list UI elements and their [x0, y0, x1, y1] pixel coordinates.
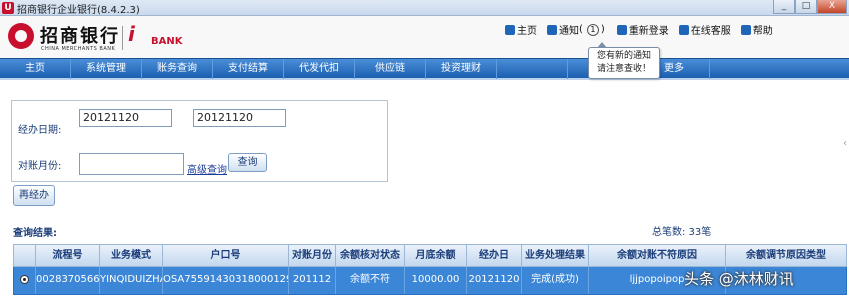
date-to-input[interactable]: 20121120 — [193, 109, 286, 127]
help-icon — [740, 24, 751, 35]
window-controls: _ □ X — [773, 0, 847, 14]
nav-item-hidden-1[interactable] — [497, 59, 568, 79]
window-title: 招商银行企业银行(8.4.2.3) — [17, 5, 140, 16]
cell-month-end-balance: 10000.00 — [405, 267, 467, 294]
window-titlebar: U 招商银行企业银行(8.4.2.3) _ □ X — [0, 0, 849, 16]
nav-account-query[interactable]: 账务查询 — [142, 59, 213, 79]
ibank-logo-i: i — [128, 22, 135, 46]
minimize-button[interactable]: _ — [773, 0, 795, 14]
query-button[interactable]: 查询 — [228, 153, 267, 172]
nav-payment-settlement[interactable]: 支付结算 — [213, 59, 284, 79]
home-link-label: 主页 — [517, 26, 537, 37]
col-flow-no[interactable]: 流程号 — [36, 245, 100, 266]
top-links: 主页 通知 ( 1 ) 重新登录 在线客服 帮助 — [505, 22, 783, 37]
help-label: 帮助 — [752, 26, 773, 37]
cell-balance-check-status: 余额不符 — [336, 267, 405, 294]
app-icon: U — [2, 2, 14, 14]
relogin-link[interactable]: 重新登录 — [616, 22, 669, 37]
side-collapse-handle[interactable]: ‹ — [843, 138, 847, 149]
col-process-date[interactable]: 经办日 — [467, 245, 522, 266]
close-button[interactable]: X — [817, 0, 847, 14]
logo-divider — [122, 26, 123, 50]
results-title: 查询结果: — [13, 228, 57, 239]
maximize-button[interactable]: □ — [795, 0, 817, 14]
cell-month: 201112 — [289, 267, 336, 294]
date-label: 经办日期: — [18, 125, 62, 136]
notice-link[interactable]: 通知 ( 1 ) — [547, 22, 607, 37]
notice-icon — [547, 24, 557, 35]
col-select — [14, 245, 36, 266]
notice-tooltip: 您有新的通知 请注意查收！ — [588, 42, 660, 79]
chat-icon — [678, 24, 689, 35]
table-header-row: 流程号 业务模式 户口号 对账月份 余额核对状态 月底余额 经办日 业务处理结果… — [13, 244, 847, 267]
power-icon — [616, 24, 627, 35]
results-total: 总笔数: 33笔 — [652, 227, 712, 238]
col-balance-check-status[interactable]: 余额核对状态 — [336, 245, 405, 266]
query-form: 经办日期: 20121120 - 20121120 对账月份: 高级查询 查询 — [11, 100, 388, 182]
reprocess-button[interactable]: 再经办 — [13, 185, 55, 206]
online-service-link[interactable]: 在线客服 — [678, 22, 731, 37]
online-service-label: 在线客服 — [690, 26, 731, 37]
nav-home[interactable]: 主页 — [0, 59, 71, 79]
bank-logo-icon — [8, 23, 34, 49]
nav-system-management[interactable]: 系统管理 — [71, 59, 142, 79]
notice-count-badge[interactable]: 1 — [586, 23, 599, 36]
col-account-no[interactable]: 户口号 — [163, 245, 289, 266]
relogin-label: 重新登录 — [628, 26, 669, 37]
tooltip-line-2: 请注意查收！ — [596, 64, 651, 74]
notice-link-label: 通知 — [559, 26, 579, 37]
main-nav: 主页 系统管理 账务查询 支付结算 代发代扣 供应链 投资理财 更多 — [0, 58, 849, 80]
watermark: 头条 @沐林财讯 — [684, 270, 794, 288]
col-month[interactable]: 对账月份 — [289, 245, 336, 266]
cell-process-date: 20121120 — [467, 267, 522, 294]
cell-flow-no: 0028370566 — [36, 267, 100, 294]
month-input[interactable] — [79, 153, 184, 175]
app-header: 招商银行 CHINA MERCHANTS BANK i BANK 主页 通知 (… — [0, 16, 849, 58]
nav-supply-chain[interactable]: 供应链 — [355, 59, 426, 79]
col-business-mode[interactable]: 业务模式 — [100, 245, 163, 266]
tooltip-line-1: 您有新的通知 — [596, 51, 651, 61]
bank-name: 招商银行 — [40, 26, 120, 47]
home-link[interactable]: 主页 — [505, 22, 537, 37]
col-process-result[interactable]: 业务处理结果 — [522, 245, 589, 266]
cell-account-no: OSA75591430318000129 — [163, 267, 289, 294]
row-select-radio[interactable] — [14, 267, 36, 294]
bank-name-en: CHINA MERCHANTS BANK — [41, 46, 116, 52]
col-adjust-reason-type[interactable]: 余额调节原因类型 — [726, 245, 846, 266]
cell-business-mode: YINQIDUIZHA — [100, 267, 163, 294]
col-mismatch-reason[interactable]: 余额对账不符原因 — [589, 245, 726, 266]
advanced-query-link[interactable]: 高级查询 — [187, 161, 227, 176]
nav-payroll[interactable]: 代发代扣 — [284, 59, 355, 79]
nav-investment[interactable]: 投资理财 — [426, 59, 497, 79]
radio-icon[interactable] — [20, 274, 29, 284]
notice-paren-close: ) — [600, 24, 605, 35]
help-link[interactable]: 帮助 — [740, 22, 773, 37]
date-from-input[interactable]: 20121120 — [79, 109, 172, 127]
month-label: 对账月份: — [18, 161, 62, 172]
cell-process-result: 完成(成功) — [522, 267, 589, 294]
col-month-end-balance[interactable]: 月底余额 — [405, 245, 467, 266]
notice-paren-open: ( — [579, 24, 583, 35]
home-icon — [505, 24, 515, 35]
ibank-logo-text: BANK — [151, 36, 183, 47]
